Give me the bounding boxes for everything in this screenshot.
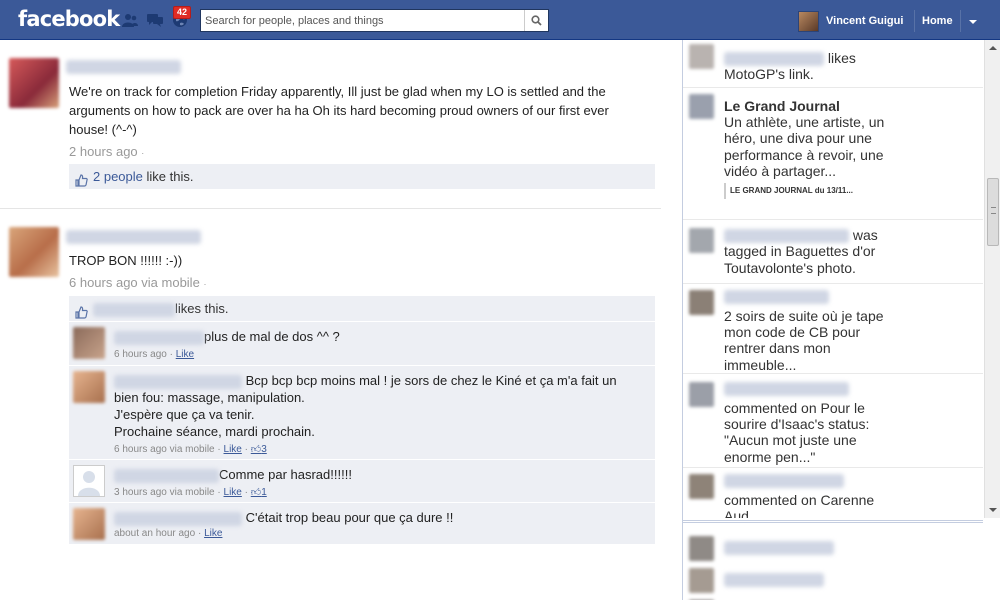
- comment: C'était trop beau pour que ça dure !! ab…: [69, 502, 655, 544]
- story-description: Un athlète, une artiste, un héro, une di…: [724, 114, 885, 179]
- comment-body: C'était trop beau pour que ça dure !!: [114, 509, 644, 526]
- commenter-avatar[interactable]: [73, 371, 105, 403]
- ticker-story[interactable]: commented on Pour le sourire d'Isaac's s…: [683, 374, 983, 468]
- scroll-down-icon[interactable]: [989, 508, 997, 512]
- comment-text: C'était trop beau pour que ça dure !!: [245, 510, 454, 525]
- post-likes-bar: likes this.: [69, 296, 655, 321]
- messages-icon[interactable]: [146, 12, 164, 28]
- post-message: We're on track for completion Friday app…: [69, 84, 609, 137]
- post-author-name[interactable]: [66, 60, 181, 74]
- comment: Comme par hasrad!!!!!! 3 hours ago via m…: [69, 459, 655, 502]
- story-avatar: [689, 228, 714, 253]
- thumbs-up-icon: 👍︎: [250, 487, 262, 498]
- post-author-avatar[interactable]: [9, 58, 59, 108]
- scrollbar-thumb[interactable]: [987, 178, 999, 246]
- likes-text: like this.: [142, 169, 194, 184]
- profile-link[interactable]: Vincent Guigui: [798, 10, 903, 32]
- ticker-story[interactable]: Le Grand Journal Un athlète, une artiste…: [683, 88, 983, 220]
- post-separator: [0, 208, 661, 209]
- story-avatar: [689, 382, 714, 407]
- story-text: Le Grand Journal Un athlète, une artiste…: [724, 98, 889, 200]
- comment-meta: 6 hours ago · Like: [114, 349, 195, 360]
- ticker-story[interactable]: 2 soirs de suite où je tape mon code de …: [683, 284, 983, 374]
- post-author-avatar[interactable]: [9, 227, 59, 277]
- ticker-story[interactable]: commented on Carenne Aud...: [683, 468, 983, 518]
- news-feed: We're on track for completion Friday app…: [0, 40, 682, 600]
- comment-text: Comme par hasrad!!!!!!: [219, 467, 352, 482]
- search-button[interactable]: [524, 10, 548, 31]
- post-timestamp[interactable]: 2 hours ago ·: [69, 144, 144, 159]
- avatar: [798, 10, 819, 32]
- comment-likes-link[interactable]: 👍︎3: [251, 444, 267, 455]
- comment-meta: about an hour ago · Like: [114, 528, 223, 539]
- comment-timestamp[interactable]: 6 hours ago via mobile: [114, 444, 215, 455]
- thumbs-up-icon: 👍︎: [250, 444, 262, 455]
- story-text: commented on Carenne Aud...: [724, 474, 889, 518]
- top-navigation-bar: facebook 42 Vincent Guigui Home: [0, 0, 1000, 40]
- commenter-avatar[interactable]: [73, 327, 105, 359]
- post-timestamp[interactable]: 6 hours ago via mobile ·: [69, 275, 206, 290]
- comment-text: plus de mal de dos ^^ ?: [204, 329, 340, 344]
- comment: plus de mal de dos ^^ ? 6 hours ago · Li…: [69, 321, 655, 365]
- story-avatar: [689, 44, 714, 69]
- ticker-story[interactable]: was tagged in Baguettes d'or Toutavolont…: [683, 220, 983, 284]
- likes-text: likes this.: [175, 301, 229, 316]
- search-input[interactable]: [201, 10, 521, 31]
- story-avatar: [689, 94, 714, 119]
- comment-body: Bcp bcp bcp moins mal ! je sors de chez …: [114, 372, 644, 440]
- user-name: Vincent Guigui: [826, 15, 904, 27]
- story-text: likes MotoGP's link.: [724, 50, 856, 83]
- commenter-avatar[interactable]: [73, 508, 105, 540]
- comment-meta: 6 hours ago via mobile · Like · 👍︎3: [114, 444, 267, 455]
- chat-contact[interactable]: [683, 536, 983, 561]
- story-text: was tagged in Baguettes d'or Toutavolont…: [724, 227, 878, 276]
- story-title: Le Grand Journal: [724, 98, 840, 114]
- comment-timestamp[interactable]: 3 hours ago via mobile: [114, 487, 215, 498]
- divider: [960, 10, 961, 32]
- right-sidebar: likes MotoGP's link. Le Grand Journal Un…: [682, 40, 1000, 600]
- ticker: likes MotoGP's link. Le Grand Journal Un…: [683, 40, 983, 518]
- post-author-name[interactable]: [66, 230, 201, 244]
- comment-likes-link[interactable]: 👍︎1: [251, 487, 267, 498]
- comment-timestamp[interactable]: about an hour ago: [114, 528, 195, 539]
- comment-body: plus de mal de dos ^^ ?: [114, 328, 644, 345]
- like-comment-link[interactable]: Like: [224, 444, 242, 455]
- like-comment-link[interactable]: Like: [204, 528, 222, 539]
- like-comment-link[interactable]: Like: [224, 487, 242, 498]
- comment-meta: 3 hours ago via mobile · Like · 👍︎1: [114, 487, 267, 498]
- story-source: LE GRAND JOURNAL du 13/11...: [724, 183, 889, 200]
- post-message: TROP BON !!!!!! :-)): [69, 253, 183, 268]
- scroll-up-icon[interactable]: [989, 46, 997, 50]
- default-avatar-icon[interactable]: [73, 465, 105, 497]
- thumbs-up-icon: [75, 170, 88, 195]
- comment-body: Comme par hasrad!!!!!!: [114, 466, 644, 483]
- divider: [914, 10, 915, 32]
- search-box: [200, 9, 549, 32]
- ticker-scrollbar[interactable]: [984, 40, 1000, 518]
- contact-avatar: [689, 536, 714, 561]
- ticker-story[interactable]: likes MotoGP's link.: [683, 40, 983, 88]
- story-avatar: [689, 474, 714, 499]
- story-text: commented on Pour le sourire d'Isaac's s…: [724, 382, 889, 465]
- liker-name-link[interactable]: [93, 301, 175, 317]
- search-icon: [531, 15, 542, 26]
- comment-timestamp[interactable]: 6 hours ago: [114, 349, 167, 360]
- home-link[interactable]: Home: [922, 15, 953, 27]
- notifications-badge: 42: [173, 6, 192, 19]
- like-comment-link[interactable]: Like: [176, 349, 194, 360]
- story-text: 2 soirs de suite où je tape mon code de …: [724, 290, 889, 373]
- comment: Bcp bcp bcp moins mal ! je sors de chez …: [69, 365, 655, 459]
- likers-link[interactable]: 2 people: [93, 169, 143, 184]
- chat-divider[interactable]: [683, 520, 983, 523]
- friend-requests-icon[interactable]: [121, 12, 139, 28]
- post-likes-bar: 2 people like this.: [69, 164, 655, 189]
- story-avatar: [689, 290, 714, 315]
- chat-contact[interactable]: [683, 568, 983, 593]
- facebook-logo[interactable]: facebook: [18, 7, 120, 31]
- account-menu-chevron-down-icon[interactable]: [969, 20, 977, 24]
- contact-avatar: [689, 568, 714, 593]
